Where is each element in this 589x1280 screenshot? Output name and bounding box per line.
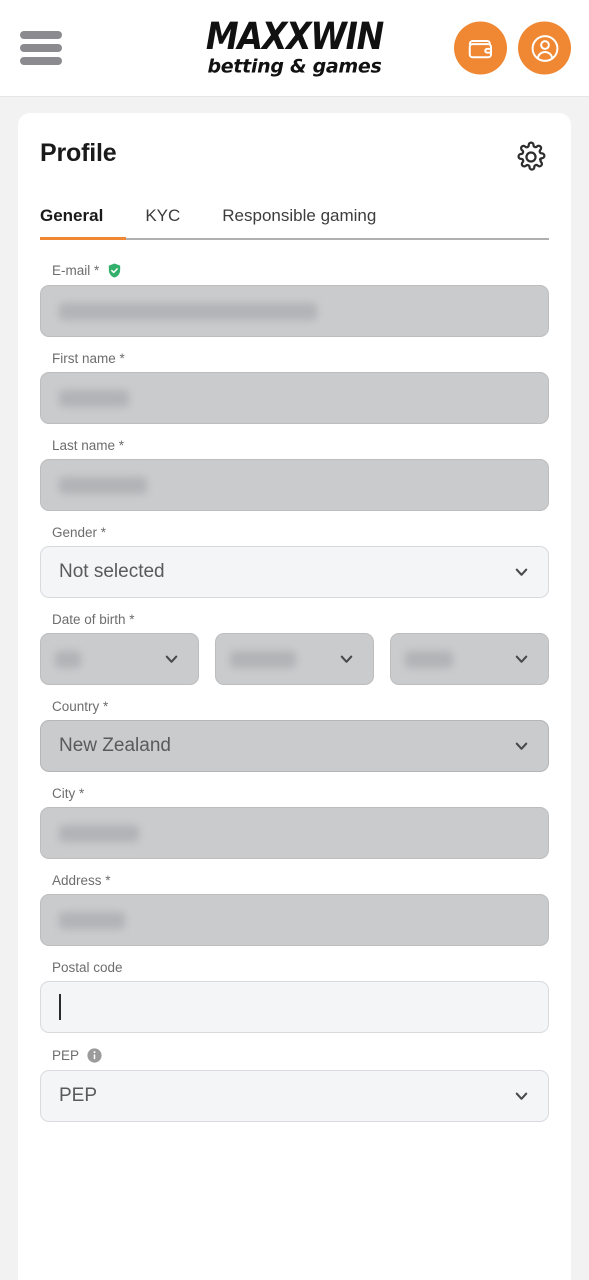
hamburger-bar	[20, 57, 62, 65]
dob-day-select	[40, 633, 199, 685]
profile-card: Profile General KYC Responsible gaming E…	[18, 113, 571, 1280]
field-city: City *	[40, 786, 549, 859]
field-gender: Gender * Not selected	[40, 525, 549, 598]
last-name-label: Last name *	[52, 438, 125, 453]
app-header: MAXXWIN betting & games	[0, 0, 589, 97]
hamburger-menu-icon[interactable]	[20, 31, 62, 65]
settings-button[interactable]	[513, 139, 549, 180]
field-pep: PEP PEP	[40, 1047, 549, 1122]
redacted-dob-month-value	[230, 650, 296, 668]
chevron-down-icon	[515, 1092, 528, 1100]
chevron-down-icon	[165, 655, 178, 663]
header-actions	[454, 21, 571, 75]
email-input	[40, 285, 549, 337]
pep-label: PEP	[52, 1048, 80, 1063]
address-input	[40, 894, 549, 946]
postal-code-input[interactable]	[40, 981, 549, 1033]
profile-tabs: General KYC Responsible gaming	[40, 206, 549, 240]
country-label: Country *	[52, 699, 109, 714]
tab-general[interactable]: General	[40, 206, 103, 238]
redacted-address-value	[59, 911, 125, 929]
user-account-icon	[531, 34, 558, 62]
country-select: New Zealand	[40, 720, 549, 772]
tab-kyc[interactable]: KYC	[145, 206, 180, 238]
pep-selected-value: PEP	[59, 1085, 98, 1106]
brand-logo[interactable]: MAXXWIN betting & games	[205, 14, 384, 78]
field-first-name: First name *	[40, 351, 549, 424]
postal-code-label: Postal code	[52, 960, 123, 975]
wallet-icon	[468, 39, 492, 58]
hamburger-bar	[20, 31, 62, 39]
address-label: Address *	[52, 873, 111, 888]
email-label: E-mail *	[52, 263, 100, 278]
redacted-dob-day-value	[55, 650, 81, 668]
gender-label: Gender *	[52, 525, 107, 540]
gear-icon	[517, 141, 546, 171]
logo-wordmark: MAXXWIN	[205, 14, 384, 58]
email-label-row: E-mail *	[52, 262, 549, 279]
green-shield-check-icon	[109, 263, 121, 278]
first-name-input	[40, 372, 549, 424]
dob-month-select	[215, 633, 374, 685]
gender-select[interactable]: Not selected	[40, 546, 549, 598]
wallet-button[interactable]	[454, 21, 507, 75]
tab-responsible-gaming[interactable]: Responsible gaming	[222, 206, 376, 238]
dob-year-select	[390, 633, 549, 685]
field-last-name: Last name *	[40, 438, 549, 511]
text-caret	[59, 994, 61, 1020]
city-label: City *	[52, 786, 85, 801]
card-header: Profile	[40, 139, 549, 180]
info-circle-icon[interactable]	[86, 1047, 103, 1064]
page-title: Profile	[40, 139, 117, 167]
country-selected-value: New Zealand	[59, 735, 171, 756]
profile-form: E-mail * First name * Last name * Gender…	[40, 240, 549, 1122]
redacted-city-value	[59, 824, 139, 842]
last-name-input	[40, 459, 549, 511]
gender-selected-value: Not selected	[59, 561, 165, 582]
field-country: Country * New Zealand	[40, 699, 549, 772]
field-postal-code: Postal code	[40, 960, 549, 1033]
logo-tagline: betting & games	[207, 55, 382, 78]
date-of-birth-label: Date of birth *	[52, 612, 135, 627]
redacted-first-name-value	[59, 389, 129, 407]
redacted-dob-year-value	[405, 650, 453, 668]
chevron-down-icon	[515, 742, 528, 750]
field-email: E-mail *	[40, 262, 549, 337]
redacted-email-value	[59, 302, 317, 320]
city-input	[40, 807, 549, 859]
pep-label-row: PEP	[52, 1047, 549, 1064]
hamburger-bar	[20, 44, 62, 52]
chevron-down-icon	[515, 568, 528, 576]
redacted-last-name-value	[59, 476, 147, 494]
account-button[interactable]	[518, 21, 571, 75]
date-of-birth-row	[40, 633, 549, 685]
field-address: Address *	[40, 873, 549, 946]
chevron-down-icon	[340, 655, 353, 663]
field-date-of-birth: Date of birth *	[40, 612, 549, 685]
pep-select[interactable]: PEP	[40, 1070, 549, 1122]
chevron-down-icon	[515, 655, 528, 663]
first-name-label: First name *	[52, 351, 125, 366]
